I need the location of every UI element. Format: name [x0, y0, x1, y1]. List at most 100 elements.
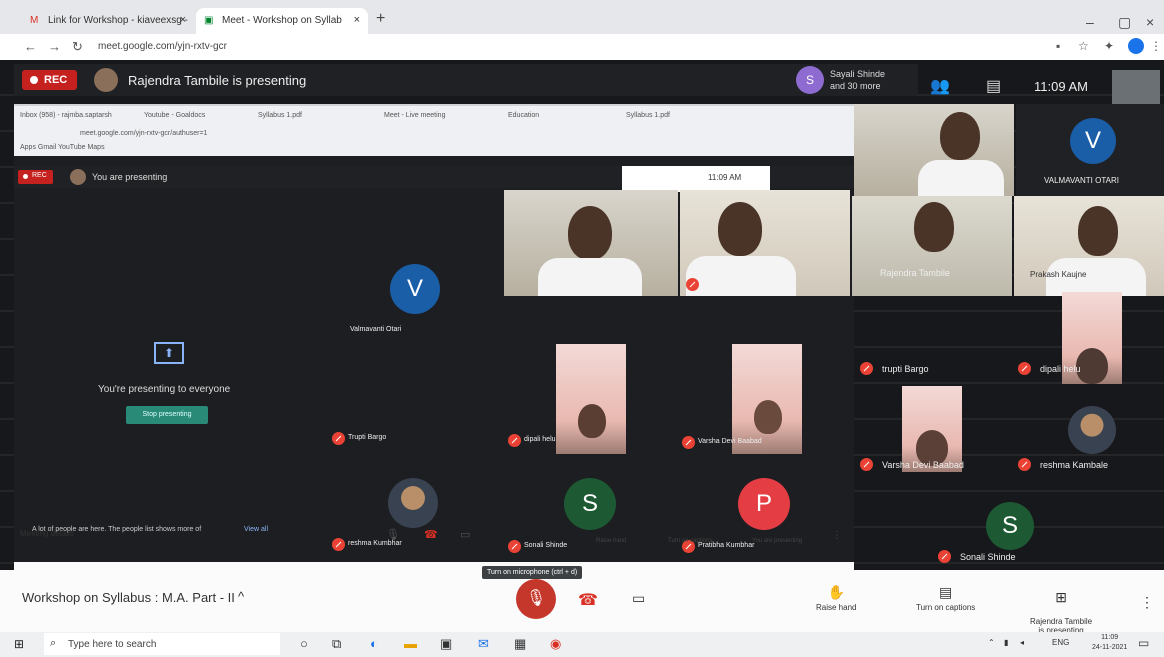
participant-name: Varsha Devi Baabad	[698, 438, 762, 445]
star-icon[interactable]: ☆	[1078, 39, 1089, 53]
more-options-icon[interactable]: ⋮	[1140, 594, 1154, 611]
participant-face	[718, 202, 762, 256]
camera-blocked-icon[interactable]: ▪	[1056, 39, 1060, 53]
shared-tab: Education	[508, 112, 540, 119]
participant-name: reshma Kumbhar	[348, 540, 402, 547]
tray-clock[interactable]: 11:09 24-11-2021	[1092, 633, 1127, 653]
shared-bookmarks: Apps Gmail YouTube Maps	[20, 144, 105, 151]
file-explorer-icon[interactable]: ▬	[404, 636, 417, 651]
language-indicator[interactable]: ENG	[1052, 638, 1069, 647]
participant-face	[754, 400, 782, 434]
hangup-icon[interactable]: ☎	[424, 528, 438, 541]
close-tab-icon[interactable]: ×	[180, 14, 186, 26]
tab-label: Link for Workshop - kiaveexsg -	[48, 15, 188, 26]
present-to-all-icon: ⬆	[154, 342, 184, 364]
chrome-icon[interactable]: ◉	[550, 636, 561, 652]
close-window-button[interactable]: ×	[1146, 14, 1154, 30]
task-view-icon[interactable]: ⧉	[332, 636, 341, 652]
chat-icon[interactable]: ▤	[986, 76, 1001, 96]
forward-icon[interactable]: →	[48, 39, 61, 54]
store-icon[interactable]: ▣	[440, 636, 452, 652]
minimize-button[interactable]: –	[1086, 14, 1094, 30]
raise-hand-button[interactable]: ✋ Raise hand	[816, 584, 856, 612]
windows-taskbar: ⊞ ⌕ Type here to search ○ ⧉ ◐ ▬ ▣ ✉ ▦ ◉ …	[0, 632, 1164, 657]
cortana-icon[interactable]: ○	[300, 636, 308, 651]
more-options-icon[interactable]: ⋮	[832, 530, 842, 541]
participant-face	[578, 404, 606, 438]
mic-icon[interactable]: 🎙	[386, 528, 400, 541]
meet-stage: REC Rajendra Tambile is presenting S Say…	[0, 60, 1164, 606]
reload-icon[interactable]: ↻	[72, 39, 83, 55]
presenting-button[interactable]: ⊞ Rajendra Tambile is presenting	[1030, 580, 1092, 635]
meet-clock: 11:09 AM	[1034, 79, 1088, 94]
participant-face	[568, 206, 612, 260]
mail-icon[interactable]: ✉	[478, 636, 489, 652]
captions-button[interactable]: ▤ Turn on captions	[916, 584, 975, 612]
view-all-link[interactable]: View all	[244, 526, 268, 533]
participant-tile: V VALMAVANTI OTARI	[1016, 104, 1164, 196]
profile-avatar[interactable]	[1128, 38, 1144, 54]
url-field[interactable]: meet.google.com/yjn-rxtv-gcr	[98, 41, 227, 52]
browser-tab-gmail[interactable]: M Link for Workshop - kiaveexsg - ×	[22, 8, 194, 34]
people-icon[interactable]: 👥	[930, 76, 950, 96]
address-bar-row: ← → ↻ meet.google.com/yjn-rxtv-gcr ▪ ☆ ✦…	[0, 34, 1164, 60]
participant-avatar: V	[390, 264, 440, 314]
participant-shirt	[538, 258, 642, 296]
chevron-up-icon[interactable]: ^	[238, 589, 244, 604]
close-tab-icon[interactable]: ×	[354, 14, 360, 26]
notification-icon[interactable]: ▭	[1138, 636, 1149, 650]
captions-button[interactable]: Turn on captions	[668, 538, 712, 544]
mic-off-icon	[1018, 362, 1031, 375]
raise-hand-button[interactable]: Raise hand	[596, 538, 626, 544]
participant-shirt	[686, 256, 796, 296]
mic-off-icon	[332, 538, 345, 551]
tray-chevron-icon[interactable]: ⌃	[988, 638, 995, 647]
mic-toggle-button[interactable]: 🎙	[516, 579, 556, 619]
mic-off-icon	[1018, 458, 1031, 471]
participant-name: Rajendra Tambile	[880, 268, 950, 278]
volume-icon[interactable]: ◂	[1020, 638, 1024, 647]
search-placeholder: Type here to search	[68, 639, 157, 650]
participant-name: trupti Bargo	[882, 364, 929, 374]
stop-presenting-button[interactable]: Stop presenting	[126, 406, 208, 424]
hangup-button[interactable]: ☎	[578, 590, 598, 610]
participant-face	[914, 202, 954, 252]
windows-start-icon[interactable]: ⊞	[14, 637, 24, 651]
extensions-icon[interactable]: ✦	[1104, 39, 1114, 53]
app-icon[interactable]: ▦	[514, 636, 526, 652]
participant-name: VALMAVANTI OTARI	[1044, 176, 1119, 185]
participant-name: dipali helu	[1040, 364, 1081, 374]
shared-tab: Syllabus 1.pdf	[258, 112, 302, 119]
meeting-details-button[interactable]: Meeting details	[20, 529, 74, 538]
mic-off-icon	[938, 550, 951, 563]
mic-off-icon: 🎙	[525, 590, 547, 607]
network-icon[interactable]: ▮	[1004, 638, 1008, 647]
participant-face	[940, 112, 980, 160]
camera-button[interactable]: ▭	[632, 590, 645, 607]
shared-tab: Inbox (958) - rajmba.saptarsh	[20, 112, 112, 119]
participant-name: Prakash Kaujne	[1030, 270, 1087, 279]
back-icon[interactable]: ←	[24, 39, 37, 54]
shared-tab: Youtube - Goaldocs	[144, 112, 206, 119]
participant-name: Trupti Bargo	[348, 434, 387, 441]
participant-avatar: S	[564, 478, 616, 530]
edge-icon[interactable]: ◐	[370, 636, 378, 651]
new-tab-button[interactable]: +	[376, 10, 385, 28]
self-view-thumbnail[interactable]	[1112, 70, 1160, 104]
participant-avatar: S	[986, 502, 1034, 550]
participant-name: Sonali Shinde	[524, 542, 568, 549]
participant-video: Prakash Kaujne	[1014, 196, 1164, 296]
shared-presenter-avatar	[70, 169, 86, 185]
maximize-button[interactable]: ▢	[1118, 14, 1131, 31]
menu-icon[interactable]: ⋮	[1150, 39, 1162, 53]
gmail-icon: M	[30, 15, 39, 26]
browser-tab-meet[interactable]: ▣ Meet - Workshop on Syllab ×	[196, 8, 368, 34]
meeting-title[interactable]: Workshop on Syllabus : M.A. Part - II	[22, 590, 235, 605]
shared-browser-chrome: Inbox (958) - rajmba.saptarsh Youtube - …	[14, 106, 854, 156]
camera-icon[interactable]: ▭	[460, 528, 470, 541]
shared-rec-badge: REC	[18, 170, 53, 184]
shared-presenting-text: You are presenting	[92, 172, 168, 182]
taskbar-search[interactable]: ⌕ Type here to search	[44, 633, 280, 655]
mic-off-icon	[682, 436, 695, 449]
shared-screen: Inbox (958) - rajmba.saptarsh Youtube - …	[14, 104, 854, 606]
